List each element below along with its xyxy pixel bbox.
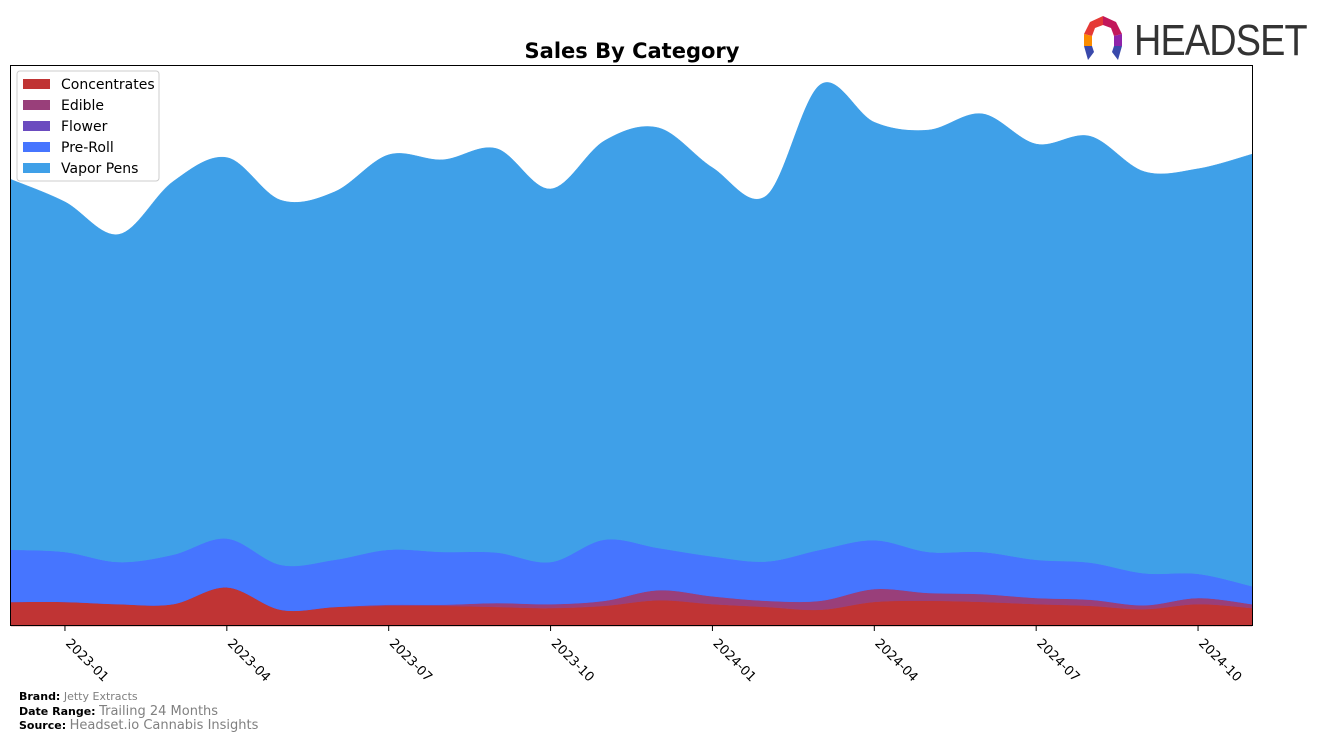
brand-label: Brand: bbox=[19, 690, 61, 703]
date-range-label: Date Range: bbox=[19, 705, 96, 718]
brand-value: Jetty Extracts bbox=[63, 690, 138, 703]
date-range-value: Trailing 24 Months bbox=[99, 704, 219, 719]
sales-by-category-chart: Sales By Category 2023-01 2023-04 2023-07 2… bbox=[10, 39, 1253, 685]
logo-text: HEADSET bbox=[1134, 16, 1308, 65]
x-tick-label: 2024-10 bbox=[1195, 636, 1244, 685]
x-tick-label: 2024-01 bbox=[710, 636, 759, 685]
legend-label-vapor-pens: Vapor Pens bbox=[61, 161, 138, 177]
source-value: Headset.io Cannabis Insights bbox=[69, 718, 259, 733]
x-tick-label: 2023-01 bbox=[62, 636, 111, 685]
footer-brand: Brand: Jetty Extracts bbox=[19, 690, 138, 704]
x-tick-label: 2024-07 bbox=[1033, 636, 1082, 685]
area-vapor-pens bbox=[10, 82, 1253, 587]
legend-label-flower: Flower bbox=[61, 119, 108, 135]
legend-swatch-pre-roll bbox=[23, 142, 50, 152]
legend-label-edible: Edible bbox=[61, 98, 104, 114]
headset-logo-icon bbox=[1084, 16, 1122, 60]
legend-label-concentrates: Concentrates bbox=[61, 77, 155, 93]
footer-source: Source: Headset.io Cannabis Insights bbox=[19, 719, 258, 733]
legend-swatch-concentrates bbox=[23, 79, 50, 89]
x-tick-label: 2023-04 bbox=[224, 636, 273, 685]
x-tick-label: 2024-04 bbox=[871, 636, 920, 685]
x-axis: 2023-01 2023-04 2023-07 2023-10 2024-01 2024-… bbox=[62, 626, 1244, 685]
area-layers bbox=[10, 82, 1253, 627]
source-label: Source: bbox=[19, 719, 67, 732]
legend-swatch-edible bbox=[23, 100, 50, 110]
x-tick-label: 2023-10 bbox=[548, 636, 597, 685]
legend-label-pre-roll: Pre-Roll bbox=[61, 140, 114, 156]
chart-title: Sales By Category bbox=[525, 39, 740, 63]
legend-swatch-flower bbox=[23, 121, 50, 131]
headset-logo: HEADSET bbox=[1078, 14, 1308, 65]
legend-swatch-vapor-pens bbox=[23, 163, 50, 173]
footer-date-range: Date Range: Trailing 24 Months bbox=[19, 705, 218, 719]
legend: Concentrates Edible Flower Pre-Roll Vapor Pe… bbox=[16, 70, 160, 182]
x-tick-label: 2023-07 bbox=[386, 636, 435, 685]
